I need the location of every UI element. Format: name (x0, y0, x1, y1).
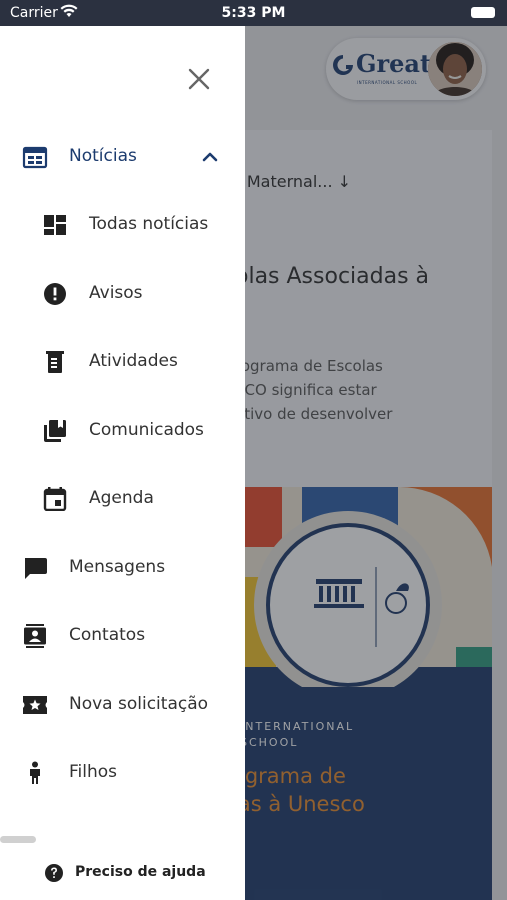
menu-item-mensagens[interactable]: Mensagens (0, 546, 245, 590)
menu-item-label: Todas notícias (89, 214, 209, 234)
help-circle-icon (45, 864, 63, 882)
menu-item-label: Notícias (69, 146, 137, 166)
alert-circle-icon (44, 283, 66, 305)
contacts-icon (24, 624, 46, 648)
close-icon[interactable] (182, 62, 216, 96)
dashboard-icon (44, 215, 66, 235)
child-icon (30, 761, 40, 784)
help-label: Preciso de ajuda (75, 864, 206, 880)
menu-item-contatos[interactable]: Contatos (0, 614, 245, 658)
menu-item-noticias[interactable]: Notícias (0, 135, 245, 179)
ticket-star-icon (23, 696, 47, 714)
menu-item-label: Atividades (89, 351, 178, 371)
menu-item-label: Mensagens (69, 557, 166, 577)
menu-item-label: Comunicados (89, 420, 204, 440)
menu-item-atividades[interactable]: Atividades (0, 340, 245, 384)
battery-icon (471, 7, 495, 18)
calendar-event-icon (43, 487, 67, 511)
menu-item-comunicados[interactable]: Comunicados (0, 409, 245, 453)
scroll-handle[interactable] (0, 836, 36, 843)
clock: 5:33 PM (221, 5, 286, 21)
menu-item-label: Avisos (89, 283, 143, 303)
message-icon (25, 558, 47, 579)
navigation-drawer: Notícias Todas notícias Avisos Atividade… (0, 26, 245, 900)
menu-item-label: Agenda (89, 488, 154, 508)
menu-item-label: Contatos (69, 625, 146, 645)
menu-item-filhos[interactable]: Filhos (0, 751, 245, 795)
chevron-up-icon[interactable] (200, 147, 220, 167)
calendar-grid-icon (22, 146, 48, 169)
help-button[interactable]: Preciso de ajuda (42, 861, 242, 885)
menu-item-avisos[interactable]: Avisos (0, 272, 245, 316)
status-bar: Carrier 5:33 PM (0, 0, 507, 26)
library-books-icon (44, 420, 66, 442)
menu-item-todas-noticias[interactable]: Todas notícias (0, 203, 245, 247)
menu-item-nova-solicitacao[interactable]: Nova solicitação (0, 683, 245, 727)
menu-item-label: Nova solicitação (69, 694, 209, 714)
menu-item-label: Filhos (69, 762, 118, 782)
beaker-icon (46, 351, 64, 373)
menu-item-agenda[interactable]: Agenda (0, 477, 245, 521)
